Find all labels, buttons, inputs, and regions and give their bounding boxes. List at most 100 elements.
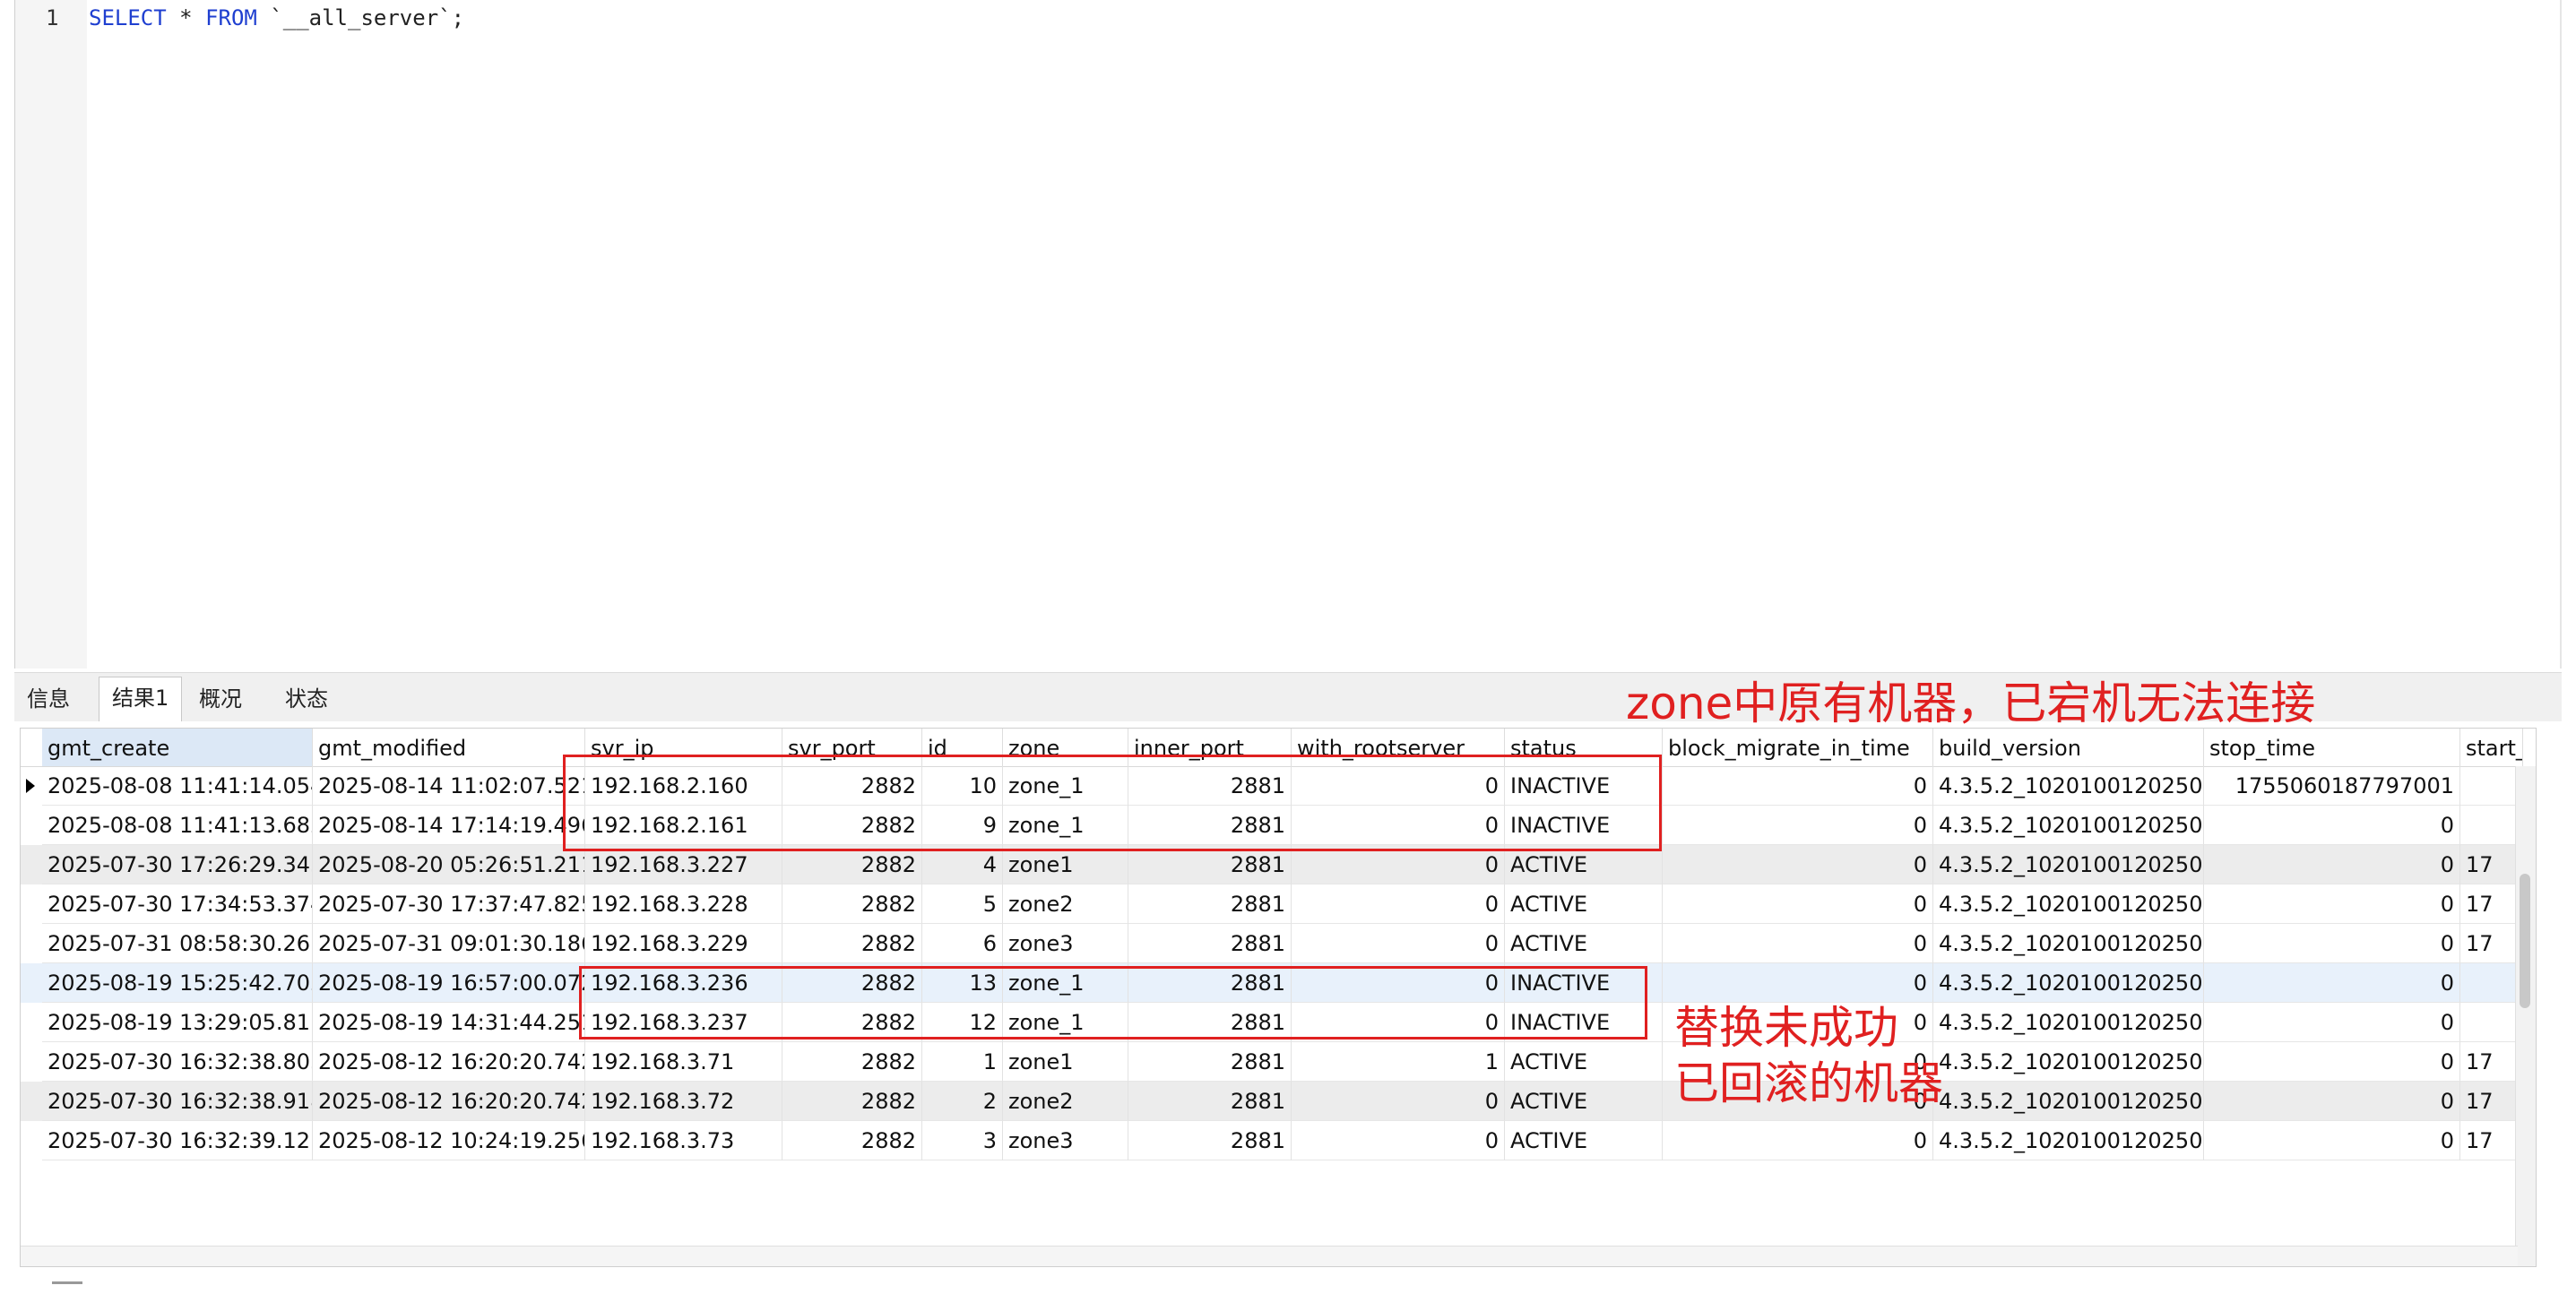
cell-with-rootserver[interactable]: 0 xyxy=(1292,1121,1505,1160)
cell-id[interactable]: 5 xyxy=(922,884,1003,924)
cell-svr-port[interactable]: 2882 xyxy=(782,924,922,963)
cell-gmt-modified[interactable]: 2025-08-12 16:20:20.7427 xyxy=(313,1082,585,1121)
cell-gmt-modified[interactable]: 2025-08-12 16:20:20.7427 xyxy=(313,1042,585,1082)
cell-stop-time[interactable]: 0 xyxy=(2204,1003,2460,1042)
cell-gmt-create[interactable]: 2025-08-08 11:41:14.0544 xyxy=(42,766,313,806)
cell-block-migrate-in-time[interactable]: 0 xyxy=(1663,924,1933,963)
cell-stop-time[interactable]: 0 xyxy=(2204,884,2460,924)
sql-editor[interactable]: 1 SELECT * FROM `__all_server`; xyxy=(14,0,2562,669)
cell-start-s[interactable]: 17 xyxy=(2460,1042,2523,1082)
cell-inner-port[interactable]: 2881 xyxy=(1128,1042,1292,1082)
cell-gmt-modified[interactable]: 2025-07-31 09:01:30.1865 xyxy=(313,924,585,963)
cell-zone[interactable]: zone3 xyxy=(1003,924,1128,963)
cell-svr-ip[interactable]: 192.168.3.72 xyxy=(585,1082,782,1121)
cell-build-version[interactable]: 4.3.5.2_102010012025052 xyxy=(1933,884,2204,924)
sql-query[interactable]: SELECT * FROM `__all_server`; xyxy=(89,5,464,30)
cell-start-s[interactable] xyxy=(2460,1003,2523,1042)
cell-block-migrate-in-time[interactable]: 0 xyxy=(1663,806,1933,845)
cell-stop-time[interactable]: 0 xyxy=(2204,806,2460,845)
cell-svr-port[interactable]: 2882 xyxy=(782,1121,922,1160)
cell-svr-port[interactable]: 2882 xyxy=(782,1042,922,1082)
cell-zone[interactable]: zone1 xyxy=(1003,1042,1128,1082)
cell-gmt-create[interactable]: 2025-07-30 17:34:53.3742 xyxy=(42,884,313,924)
cell-gmt-modified[interactable]: 2025-08-14 17:14:19.4966 xyxy=(313,806,585,845)
cell-build-version[interactable]: 4.3.5.2_102010012025052 xyxy=(1933,766,2204,806)
cell-start-s[interactable] xyxy=(2460,766,2523,806)
cell-start-s[interactable]: 17 xyxy=(2460,845,2523,884)
cell-stop-time[interactable]: 0 xyxy=(2204,963,2460,1003)
cell-gmt-create[interactable]: 2025-07-30 16:32:38.8036 xyxy=(42,1042,313,1082)
cell-gmt-create[interactable]: 2025-07-30 16:32:38.9184 xyxy=(42,1082,313,1121)
column-header-block-migrate-in-time[interactable]: block_migrate_in_time xyxy=(1663,729,1933,766)
cell-inner-port[interactable]: 2881 xyxy=(1128,1082,1292,1121)
cell-with-rootserver[interactable]: 0 xyxy=(1292,924,1505,963)
column-header-start-s[interactable]: start_s xyxy=(2460,729,2523,766)
cell-status[interactable]: ACTIVE xyxy=(1505,1082,1663,1121)
cell-gmt-create[interactable]: 2025-07-30 16:32:39.1212 xyxy=(42,1121,313,1160)
cell-start-s[interactable]: 17 xyxy=(2460,924,2523,963)
table-row[interactable]: 2025-07-30 17:34:53.3742 2025-07-30 17:37… xyxy=(21,884,2536,924)
cell-start-s[interactable] xyxy=(2460,806,2523,845)
cell-status[interactable]: ACTIVE xyxy=(1505,1121,1663,1160)
tab-info[interactable]: 信息 xyxy=(14,678,82,720)
cell-id[interactable]: 1 xyxy=(922,1042,1003,1082)
table-row[interactable]: 2025-07-30 16:32:39.1212 2025-08-12 10:24… xyxy=(21,1121,2536,1160)
cell-block-migrate-in-time[interactable]: 0 xyxy=(1663,1121,1933,1160)
cell-start-s[interactable]: 17 xyxy=(2460,1082,2523,1121)
cell-block-migrate-in-time[interactable]: 0 xyxy=(1663,963,1933,1003)
cell-id[interactable]: 3 xyxy=(922,1121,1003,1160)
cell-start-s[interactable]: 17 xyxy=(2460,884,2523,924)
cell-zone[interactable]: zone2 xyxy=(1003,884,1128,924)
cell-svr-ip[interactable]: 192.168.3.229 xyxy=(585,924,782,963)
cell-stop-time[interactable]: 0 xyxy=(2204,924,2460,963)
tab-status[interactable]: 状态 xyxy=(272,678,341,720)
cell-gmt-create[interactable]: 2025-08-19 15:25:42.7027 xyxy=(42,963,313,1003)
cell-gmt-create[interactable]: 2025-07-31 08:58:30.2670 xyxy=(42,924,313,963)
cell-start-s[interactable] xyxy=(2460,963,2523,1003)
column-header-build-version[interactable]: build_version xyxy=(1933,729,2204,766)
cell-build-version[interactable]: 4.3.5.2_102010012025052 xyxy=(1933,1082,2204,1121)
cell-with-rootserver[interactable]: 1 xyxy=(1292,1042,1505,1082)
cell-stop-time[interactable]: 1755060187797001 xyxy=(2204,766,2460,806)
cell-id[interactable]: 2 xyxy=(922,1082,1003,1121)
cell-gmt-modified[interactable]: 2025-08-19 16:57:00.0725 xyxy=(313,963,585,1003)
cell-svr-ip[interactable]: 192.168.3.71 xyxy=(585,1042,782,1082)
cell-stop-time[interactable]: 0 xyxy=(2204,1082,2460,1121)
cell-with-rootserver[interactable]: 0 xyxy=(1292,1082,1505,1121)
cell-build-version[interactable]: 4.3.5.2_102010012025052 xyxy=(1933,924,2204,963)
cell-status[interactable]: ACTIVE xyxy=(1505,1042,1663,1082)
cell-zone[interactable]: zone3 xyxy=(1003,1121,1128,1160)
cell-status[interactable]: ACTIVE xyxy=(1505,924,1663,963)
cell-block-migrate-in-time[interactable]: 0 xyxy=(1663,884,1933,924)
cell-inner-port[interactable]: 2881 xyxy=(1128,924,1292,963)
cell-status[interactable]: ACTIVE xyxy=(1505,884,1663,924)
tab-result1[interactable]: 结果1 xyxy=(99,677,183,721)
editor-scrollbar[interactable] xyxy=(2560,0,2562,669)
table-row[interactable]: 2025-07-31 08:58:30.2670 2025-07-31 09:01… xyxy=(21,924,2536,963)
cell-svr-ip[interactable]: 192.168.3.228 xyxy=(585,884,782,924)
cell-svr-port[interactable]: 2882 xyxy=(782,1082,922,1121)
cell-stop-time[interactable]: 0 xyxy=(2204,1042,2460,1082)
cell-build-version[interactable]: 4.3.5.2_102010012025052 xyxy=(1933,1003,2204,1042)
column-header-stop-time[interactable]: stop_time xyxy=(2204,729,2460,766)
cell-id[interactable]: 6 xyxy=(922,924,1003,963)
cell-gmt-create[interactable]: 2025-07-30 17:26:29.3454 xyxy=(42,845,313,884)
cell-with-rootserver[interactable]: 0 xyxy=(1292,884,1505,924)
cell-inner-port[interactable]: 2881 xyxy=(1128,884,1292,924)
cell-gmt-modified[interactable]: 2025-08-19 14:31:44.2511 xyxy=(313,1003,585,1042)
cell-build-version[interactable]: 4.3.5.2_102010012025052 xyxy=(1933,845,2204,884)
horizontal-scrollbar[interactable] xyxy=(21,1246,2518,1266)
cell-gmt-modified[interactable]: 2025-08-12 10:24:19.2565 xyxy=(313,1121,585,1160)
cell-gmt-modified[interactable]: 2025-08-14 11:02:07.5217 xyxy=(313,766,585,806)
vertical-scrollbar[interactable] xyxy=(2515,766,2536,1266)
table-row[interactable]: 2025-07-30 16:32:38.8036 2025-08-12 16:20… xyxy=(21,1042,2536,1082)
cell-build-version[interactable]: 4.3.5.2_102010012025052 xyxy=(1933,1121,2204,1160)
cell-gmt-create[interactable]: 2025-08-08 11:41:13.6820 xyxy=(42,806,313,845)
cell-build-version[interactable]: 4.3.5.2_102010012025052 xyxy=(1933,806,2204,845)
cell-build-version[interactable]: 4.3.5.2_102010012025052 xyxy=(1933,1042,2204,1082)
cell-stop-time[interactable]: 0 xyxy=(2204,845,2460,884)
vertical-scroll-thumb[interactable] xyxy=(2520,874,2530,1008)
table-row[interactable]: 2025-07-30 16:32:38.9184 2025-08-12 16:20… xyxy=(21,1082,2536,1121)
tab-overview[interactable]: 概况 xyxy=(186,678,255,720)
cell-gmt-modified[interactable]: 2025-08-20 05:26:51.2111 xyxy=(313,845,585,884)
